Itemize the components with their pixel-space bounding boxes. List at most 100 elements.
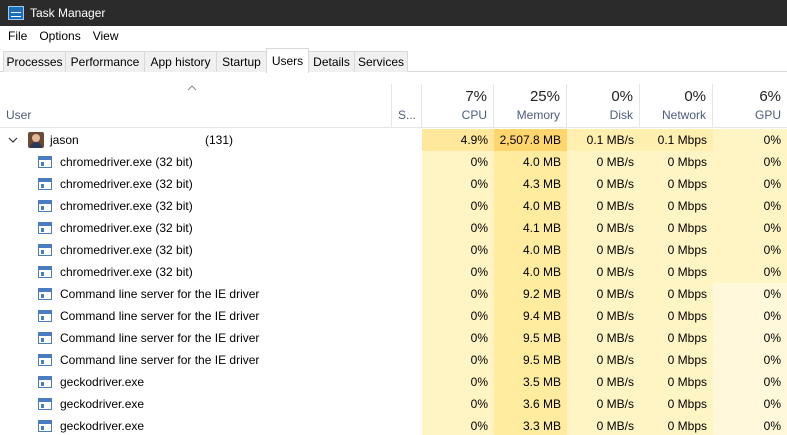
process-name: geckodriver.exe [60,397,145,411]
tab-app-history[interactable]: App history [144,51,217,72]
process-memory: 3.3 MB [494,415,567,435]
process-network: 0 Mbps [640,349,713,371]
user-memory: 2,507.8 MB [494,129,567,151]
process-disk: 0 MB/s [567,283,640,305]
users-table: jason (131) 4.9% 2,507.8 MB 0.1 MB/s 0.1… [0,129,787,435]
process-memory: 3.5 MB [494,371,567,393]
process-gpu: 0% [713,283,787,305]
column-disk-label: Disk [609,108,633,122]
user-network: 0.1 Mbps [640,129,713,151]
process-memory: 3.6 MB [494,393,567,415]
process-name: Command line server for the IE driver [60,353,260,367]
cpu-total: 7% [465,88,487,105]
process-cpu: 0% [422,217,494,239]
process-disk: 0 MB/s [567,151,640,173]
window-app-icon [38,266,52,278]
process-cpu: 0% [422,349,494,371]
process-network: 0 Mbps [640,415,713,435]
process-disk: 0 MB/s [567,261,640,283]
process-row[interactable]: chromedriver.exe (32 bit) 0% 4.0 MB 0 MB… [0,239,787,261]
column-status-label: S... [398,108,417,122]
user-gpu: 0% [713,129,787,151]
menu-file[interactable]: File [2,29,33,43]
process-name: Command line server for the IE driver [60,331,260,345]
process-name: geckodriver.exe [60,419,145,433]
menu-options[interactable]: Options [33,29,86,43]
column-disk[interactable]: 0% Disk [567,84,640,128]
process-row[interactable]: chromedriver.exe (32 bit) 0% 4.3 MB 0 MB… [0,173,787,195]
process-row[interactable]: Command line server for the IE driver 0%… [0,349,787,371]
process-name: chromedriver.exe (32 bit) [60,265,193,279]
process-count: (131) [205,133,234,147]
window-app-icon [38,332,52,344]
process-memory: 9.4 MB [494,305,567,327]
window-app-icon [38,156,52,168]
process-network: 0 Mbps [640,195,713,217]
column-memory-label: Memory [516,108,560,122]
column-header: User S... 7% CPU 25% Memory 0% Disk 0% N… [0,84,787,128]
process-row[interactable]: chromedriver.exe (32 bit) 0% 4.1 MB 0 MB… [0,217,787,239]
window-app-icon [38,288,52,300]
process-disk: 0 MB/s [567,327,640,349]
window-app-icon [38,200,52,212]
process-network: 0 Mbps [640,393,713,415]
tab-users[interactable]: Users [266,48,309,73]
chevron-down-icon[interactable] [8,135,18,145]
process-network: 0 Mbps [640,305,713,327]
menu-view[interactable]: View [87,29,125,43]
process-name: chromedriver.exe (32 bit) [60,177,193,191]
column-user[interactable]: User [0,84,392,128]
process-memory: 9.5 MB [494,349,567,371]
process-disk: 0 MB/s [567,173,640,195]
process-name: chromedriver.exe (32 bit) [60,243,193,257]
process-network: 0 Mbps [640,371,713,393]
window-app-icon [38,354,52,366]
tab-startup[interactable]: Startup [216,51,267,72]
process-network: 0 Mbps [640,283,713,305]
process-name: chromedriver.exe (32 bit) [60,221,193,235]
process-row[interactable]: chromedriver.exe (32 bit) 0% 4.0 MB 0 MB… [0,195,787,217]
tab-performance[interactable]: Performance [65,51,145,72]
process-row[interactable]: Command line server for the IE driver 0%… [0,305,787,327]
process-row[interactable]: Command line server for the IE driver 0%… [0,283,787,305]
column-cpu[interactable]: 7% CPU [422,84,494,128]
process-gpu: 0% [713,305,787,327]
process-memory: 4.0 MB [494,261,567,283]
column-gpu[interactable]: 6% GPU [713,84,787,128]
tab-bar: Processes Performance App history Startu… [0,46,787,73]
process-memory: 4.1 MB [494,217,567,239]
column-network[interactable]: 0% Network [640,84,713,128]
process-row[interactable]: geckodriver.exe 0% 3.5 MB 0 MB/s 0 Mbps … [0,371,787,393]
task-manager-icon [8,6,24,20]
gpu-total: 6% [759,88,781,105]
process-disk: 0 MB/s [567,415,640,435]
process-network: 0 Mbps [640,327,713,349]
process-row[interactable]: chromedriver.exe (32 bit) 0% 4.0 MB 0 MB… [0,261,787,283]
user-disk: 0.1 MB/s [567,129,640,151]
process-name: Command line server for the IE driver [60,287,260,301]
process-row[interactable]: chromedriver.exe (32 bit) 0% 4.0 MB 0 MB… [0,151,787,173]
process-row[interactable]: Command line server for the IE driver 0%… [0,327,787,349]
process-memory: 4.3 MB [494,173,567,195]
process-cpu: 0% [422,305,494,327]
window-app-icon [38,376,52,388]
process-network: 0 Mbps [640,261,713,283]
column-memory[interactable]: 25% Memory [494,84,567,128]
network-total: 0% [684,88,706,105]
process-gpu: 0% [713,393,787,415]
tab-processes[interactable]: Processes [3,51,66,72]
process-network: 0 Mbps [640,239,713,261]
user-row[interactable]: jason (131) 4.9% 2,507.8 MB 0.1 MB/s 0.1… [0,129,787,151]
process-cpu: 0% [422,261,494,283]
process-cpu: 0% [422,195,494,217]
tab-details[interactable]: Details [308,51,355,72]
process-gpu: 0% [713,195,787,217]
window-app-icon [38,178,52,190]
window-app-icon [38,222,52,234]
tab-services[interactable]: Services [354,51,408,72]
process-row[interactable]: geckodriver.exe 0% 3.3 MB 0 MB/s 0 Mbps … [0,415,787,435]
process-gpu: 0% [713,173,787,195]
column-status[interactable]: S... [392,84,422,128]
process-name: chromedriver.exe (32 bit) [60,155,193,169]
process-row[interactable]: geckodriver.exe 0% 3.6 MB 0 MB/s 0 Mbps … [0,393,787,415]
